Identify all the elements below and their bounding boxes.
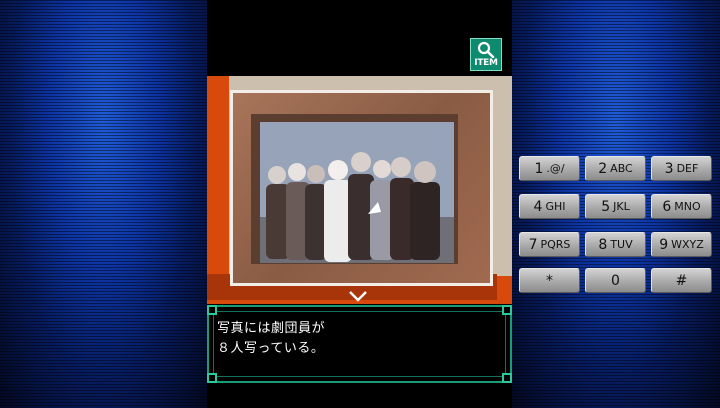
key-letters: DEF xyxy=(676,162,699,175)
corner-ornament xyxy=(502,305,512,315)
keypad-key-4[interactable]: 4 GHI xyxy=(519,194,580,219)
keypad-key-8[interactable]: 8 TUV xyxy=(585,232,646,257)
keypad-key-0[interactable]: 0 xyxy=(585,268,646,293)
key-number: 6 xyxy=(662,198,672,215)
key-number: 0 xyxy=(611,272,620,289)
key-number: 8 xyxy=(598,236,608,253)
key-number: * xyxy=(546,272,553,289)
background-panel-left xyxy=(0,0,207,408)
keypad-key-9[interactable]: 9 WXYZ xyxy=(651,232,712,257)
key-letters: WXYZ xyxy=(671,238,704,251)
photo-frame[interactable] xyxy=(230,90,493,286)
keypad-key-2[interactable]: 2 ABC xyxy=(585,156,646,181)
item-button[interactable]: ITEM xyxy=(470,38,502,71)
keypad-key-hash[interactable]: # xyxy=(651,268,712,293)
magnifier-icon xyxy=(477,41,495,58)
message-box[interactable]: 写真には劇団員が ８人写っている。 xyxy=(207,305,512,383)
key-letters: JKL xyxy=(613,200,630,213)
key-number: 5 xyxy=(601,198,611,215)
group-photo-image xyxy=(260,122,454,263)
left-wall xyxy=(207,76,229,304)
key-number: 7 xyxy=(528,236,538,253)
group-photo[interactable] xyxy=(260,122,454,263)
keypad-key-5[interactable]: 5 JKL xyxy=(585,194,646,219)
key-number: 9 xyxy=(659,236,669,253)
key-letters: GHI xyxy=(545,200,566,213)
keypad-key-star[interactable]: * xyxy=(519,268,580,293)
key-letters: PQRS xyxy=(540,238,571,251)
key-letters: MNO xyxy=(674,200,701,213)
keypad-key-3[interactable]: 3 DEF xyxy=(651,156,712,181)
key-number: 1 xyxy=(534,160,544,177)
key-number: 2 xyxy=(598,160,608,177)
corner-ornament xyxy=(207,373,217,383)
keypad-key-1[interactable]: 1 .@/ xyxy=(519,156,580,181)
keypad-key-7[interactable]: 7 PQRS xyxy=(519,232,580,257)
keypad-key-6[interactable]: 6 MNO xyxy=(651,194,712,219)
key-number: 4 xyxy=(533,198,543,215)
key-letters: .@/ xyxy=(546,162,565,175)
item-button-label: ITEM xyxy=(474,58,498,68)
corner-ornament xyxy=(207,305,217,315)
corner-ornament xyxy=(502,373,512,383)
key-number: 3 xyxy=(664,160,674,177)
room-scene xyxy=(207,76,512,304)
key-letters: ABC xyxy=(610,162,633,175)
message-text: 写真には劇団員が ８人写っている。 xyxy=(217,321,326,356)
phone-keypad: 1 .@/ 2 ABC 3 DEF 4 GHI 5 JKL 6 MNO 7 PQ… xyxy=(519,156,715,296)
key-number: # xyxy=(675,272,688,289)
key-letters: TUV xyxy=(610,238,633,251)
advance-arrow-icon[interactable] xyxy=(348,289,368,303)
